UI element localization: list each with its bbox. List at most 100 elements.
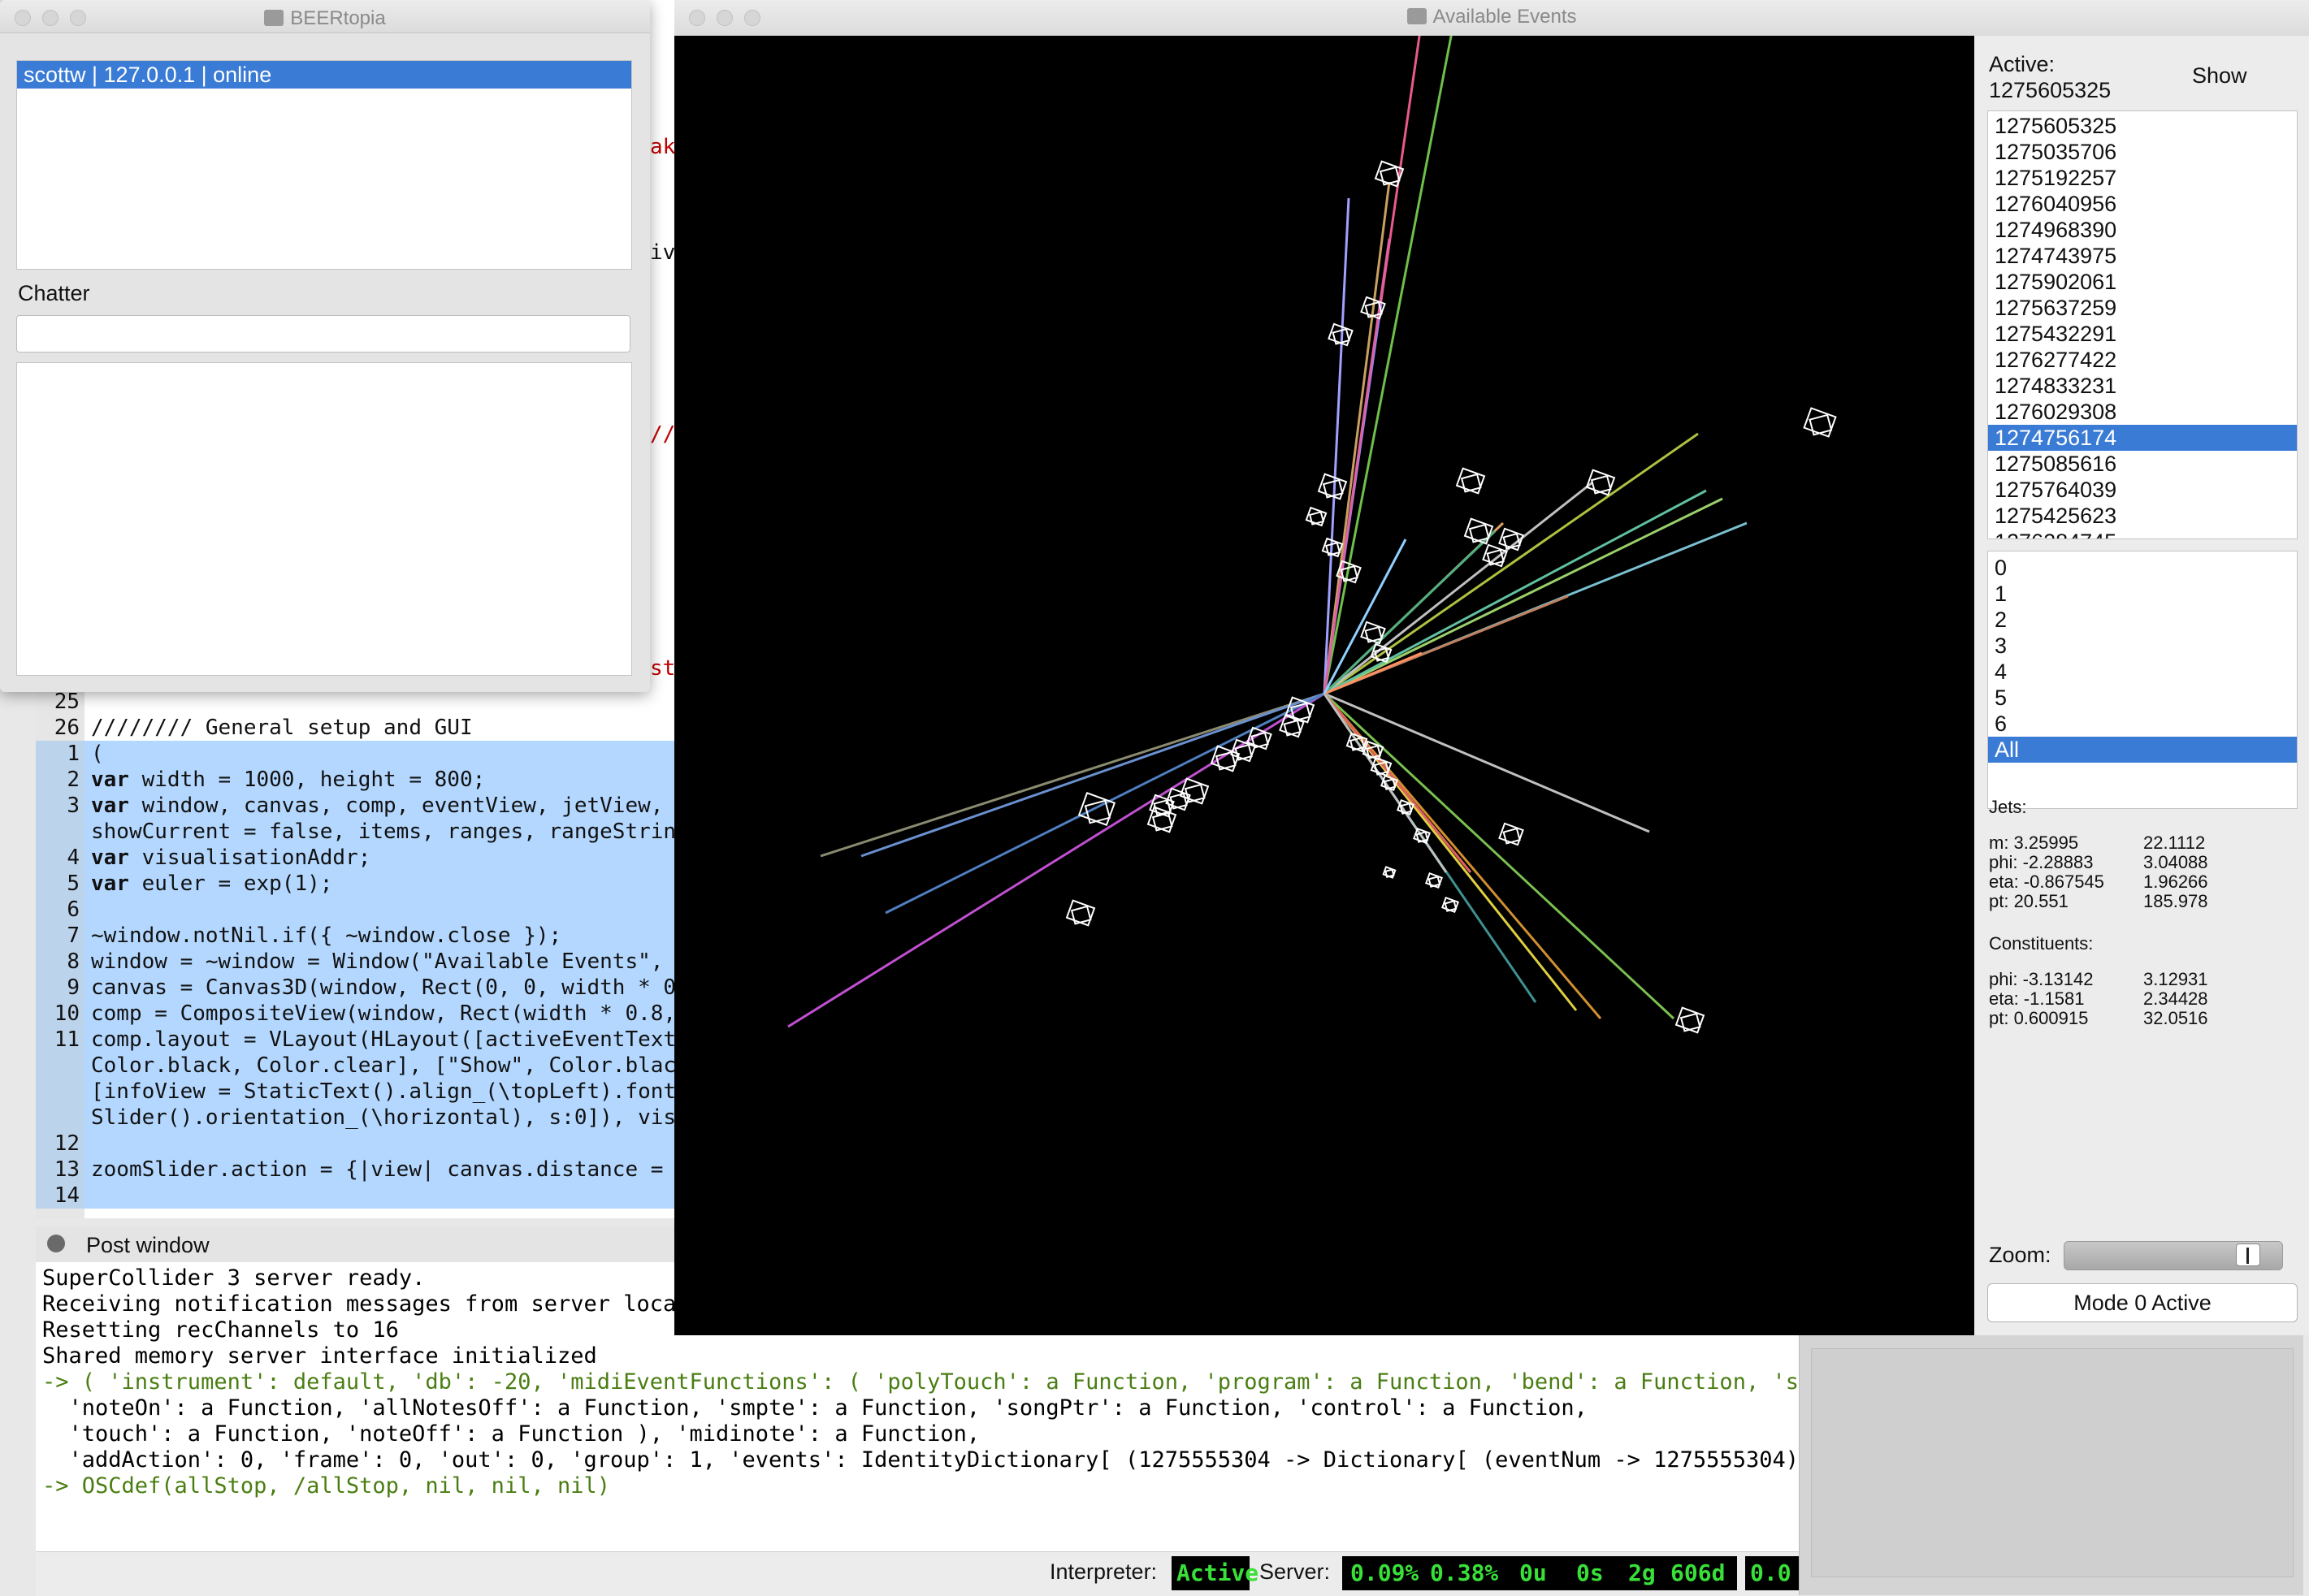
mode-button[interactable]: Mode 0 Active <box>1987 1283 2298 1322</box>
code-text: showCurrent = false, items, ranges, rang… <box>91 820 677 844</box>
event-list-item[interactable]: 1276040956 <box>1988 191 2297 217</box>
post-line: 'touch': a Function, 'noteOff': a Functi… <box>42 1421 981 1447</box>
beertopia-titlebar[interactable]: BEERtopia <box>0 0 650 33</box>
background-window <box>1799 1332 2303 1595</box>
code-line[interactable]: 5 var euler = exp(1); <box>0 871 686 897</box>
jet-list-item[interactable]: 2 <box>1988 607 2297 633</box>
events-titlebar[interactable]: Available Events <box>674 0 2309 37</box>
event-list-item[interactable]: 1276284745 <box>1988 529 2297 538</box>
info-value: 1.96266 <box>2143 872 2208 892</box>
code-line[interactable]: 11 comp.layout = VLayout(HLayout([activeE… <box>0 1027 686 1053</box>
line-number: 12 <box>54 1131 80 1156</box>
event-list-item[interactable]: 1275637259 <box>1988 295 2297 321</box>
event-scene <box>787 36 1837 1034</box>
server-status-badge[interactable]: 0.09% 0.38% 0u 0s 2g 606d <box>1342 1556 1737 1590</box>
post-line: -> ( 'instrument': default, 'db': -20, '… <box>42 1369 1797 1395</box>
code-line[interactable]: 10 comp = CompositeView(window, Rect(widt… <box>0 1001 686 1027</box>
event-list-item[interactable]: 1274743975 <box>1988 243 2297 269</box>
chatter-log[interactable] <box>16 362 632 676</box>
event-list-item[interactable]: 1274968390 <box>1988 217 2297 243</box>
cluster-marker <box>1382 866 1397 879</box>
line-number: 14 <box>54 1183 80 1208</box>
code-line[interactable]: 1( <box>0 741 686 767</box>
code-line[interactable]: Slider().orientation_(\horizontal), s:0]… <box>0 1105 686 1131</box>
code-line[interactable]: 12 <box>0 1131 686 1157</box>
user-list[interactable]: scottw | 127.0.0.1 | online <box>16 60 632 270</box>
code-text: zoomSlider.action = {|view| canvas.dista… <box>91 1157 664 1182</box>
code-line-selection <box>84 741 686 767</box>
event-list-item[interactable]: 1275192257 <box>1988 165 2297 191</box>
code-line-selection <box>84 1183 686 1209</box>
code-text: canvas = Canvas3D(window, Rect(0, 0, wid… <box>91 975 677 1000</box>
jet-list-item[interactable]: 1 <box>1988 581 2297 607</box>
post-window-icon[interactable] <box>47 1235 65 1252</box>
event-list-item[interactable]: 1275605325 <box>1988 113 2297 139</box>
chatter-input[interactable] <box>16 315 630 353</box>
jet-list-item[interactable]: All <box>1988 737 2297 763</box>
line-number: 26 <box>54 716 80 740</box>
cluster-marker <box>1146 806 1177 833</box>
code-text: window = ~window = Window("Available Eve… <box>91 949 664 974</box>
post-window-title: Post window <box>86 1233 210 1257</box>
event-list-item[interactable]: 1275085616 <box>1988 451 2297 477</box>
jet-list-item[interactable]: 6 <box>1988 711 2297 737</box>
event-list-item[interactable]: 1274756174 <box>1988 425 2297 451</box>
keyword: var <box>91 794 129 818</box>
interpreter-status-badge[interactable]: Active <box>1172 1556 1258 1590</box>
event-list-item[interactable]: 1275035706 <box>1988 139 2297 165</box>
code-line[interactable]: showCurrent = false, items, ranges, rang… <box>0 819 686 845</box>
code-line[interactable]: 6 <box>0 897 686 923</box>
jet-list[interactable]: 0 1 2 3 4 5 6 All <box>1987 551 2298 809</box>
info-value: 2.34428 <box>2143 988 2208 1009</box>
zoom-slider[interactable] <box>2064 1241 2283 1270</box>
code-line[interactable]: 2 var width = 1000, height = 800; <box>0 767 686 793</box>
jet-track-line <box>787 692 1325 1028</box>
code-line[interactable]: [infoView = StaticText().align_(\topLeft… <box>0 1079 686 1105</box>
jet-list-item[interactable]: 4 <box>1988 659 2297 685</box>
code-line-gutter-highlight <box>36 1079 84 1105</box>
jets-label: Jets: <box>1989 797 2027 817</box>
zoom-knob-grip <box>2246 1248 2249 1264</box>
canvas-3d[interactable] <box>674 36 1974 1335</box>
code-line[interactable]: 9 canvas = Canvas3D(window, Rect(0, 0, wi… <box>0 975 686 1001</box>
jet-list-item[interactable]: 3 <box>1988 633 2297 659</box>
jet-list-item[interactable]: 5 <box>1988 685 2297 711</box>
code-line[interactable]: 8 window = ~window = Window("Available Ev… <box>0 949 686 975</box>
line-number: 25 <box>54 690 80 714</box>
code-line[interactable]: 25 <box>0 689 686 715</box>
events-side-panel: Active: 1275605325 Show 1275605325 127503… <box>1974 36 2309 1335</box>
cluster-marker <box>1463 517 1494 545</box>
show-button[interactable]: Show <box>2192 63 2247 89</box>
info-key: phi: -3.13142 <box>1989 969 2094 989</box>
code-line[interactable]: 13 zoomSlider.action = {|view| canvas.dis… <box>0 1157 686 1183</box>
post-line: -> OSCdef(allStop, /allStop, nil, nil, n… <box>42 1473 610 1499</box>
jet-track-line <box>860 692 1325 858</box>
server-extra-badge: 0.0 <box>1745 1556 1799 1590</box>
code-line[interactable]: 7 ~window.notNil.if({ ~window.close }); <box>0 923 686 949</box>
server-synths: 0s <box>1576 1559 1604 1586</box>
event-list[interactable]: 1275605325 1275035706 1275192257 1276040956… <box>1987 110 2298 539</box>
code-line[interactable]: 26 //////// General setup and GUI <box>0 715 686 741</box>
event-list-item[interactable]: 1275902061 <box>1988 269 2297 295</box>
constituents-label: Constituents: <box>1989 933 2094 954</box>
event-list-item[interactable]: 1275432291 <box>1988 321 2297 347</box>
jet-list-item[interactable]: 0 <box>1988 555 2297 581</box>
info-key: eta: -1.1581 <box>1989 988 2085 1009</box>
jet-list-items: 0 1 2 3 4 5 6 All <box>1988 551 2297 763</box>
code-line[interactable]: 14 <box>0 1183 686 1209</box>
code-text: var window, canvas, comp, eventView, jet… <box>91 794 664 818</box>
event-list-item[interactable]: 1276277422 <box>1988 347 2297 373</box>
code-line[interactable]: Color.black, Color.clear], ["Show", Colo… <box>0 1053 686 1079</box>
jet-track-line <box>1323 197 1350 694</box>
zoom-slider-knob[interactable] <box>2235 1243 2260 1266</box>
event-list-item[interactable]: 1275425623 <box>1988 503 2297 529</box>
event-list-item[interactable]: 1275764039 <box>1988 477 2297 503</box>
event-list-item[interactable]: 1276029308 <box>1988 399 2297 425</box>
code-line[interactable]: 3 var window, canvas, comp, eventView, je… <box>0 793 686 819</box>
code-line[interactable]: 4 var visualisationAddr; <box>0 845 686 871</box>
active-event-value: 1275605325 <box>1989 78 2112 102</box>
cluster-marker <box>1482 543 1508 568</box>
event-list-item[interactable]: 1274833231 <box>1988 373 2297 399</box>
line-number: 2 <box>67 768 80 792</box>
user-list-item[interactable]: scottw | 127.0.0.1 | online <box>17 61 631 89</box>
